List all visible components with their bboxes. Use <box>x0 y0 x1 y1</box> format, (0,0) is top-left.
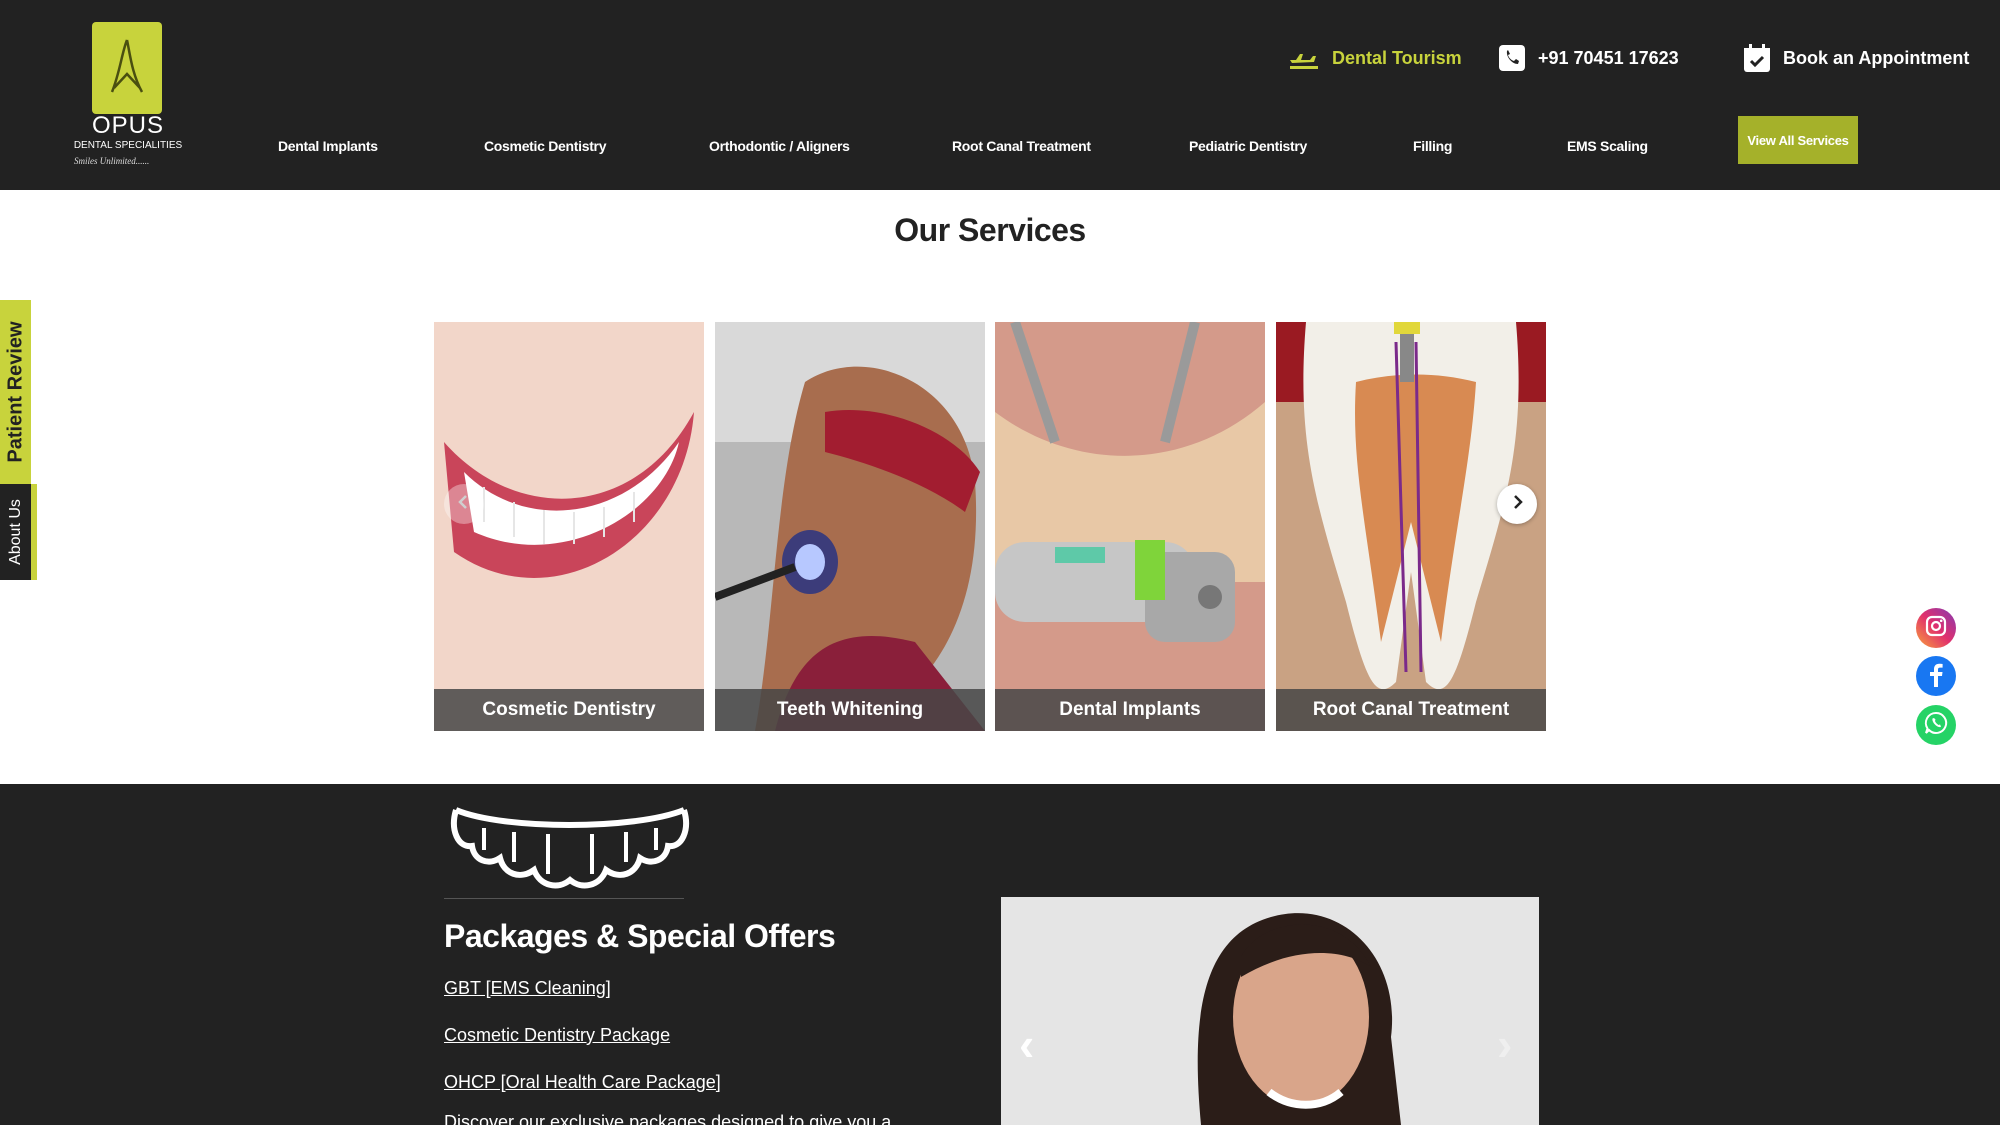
instagram-icon <box>1924 614 1948 643</box>
teeth-icon <box>444 800 696 896</box>
nav-filling[interactable]: Filling <box>1413 138 1452 164</box>
nav-pediatric-dentistry[interactable]: Pediatric Dentistry <box>1189 138 1307 164</box>
view-all-services-button[interactable]: View All Services <box>1738 116 1858 164</box>
packages-description: Discover our exclusive packages designed… <box>444 1112 892 1125</box>
logo-tagline: Smiles Unlimited...... <box>74 156 150 166</box>
dental-tourism-label: Dental Tourism <box>1332 47 1462 68</box>
about-us-tab[interactable]: About Us <box>0 484 37 580</box>
nav-cosmetic-dentistry[interactable]: Cosmetic Dentistry <box>484 138 607 164</box>
nav-orthodontic-aligners[interactable]: Orthodontic / Aligners <box>709 138 850 164</box>
section-divider <box>444 898 684 899</box>
chevron-left-icon: ‹ <box>1019 1018 1035 1070</box>
carousel-prev-button[interactable] <box>444 484 484 524</box>
service-card-label: Dental Implants <box>995 689 1265 731</box>
nav-ems-scaling[interactable]: EMS Scaling <box>1567 138 1648 164</box>
instagram-button[interactable] <box>1916 608 1956 648</box>
phone-link[interactable]: +91 70451 17623 <box>1498 38 1679 78</box>
site-header: OPUS DENTAL SPECIALITIES Smiles Unlimite… <box>0 0 2000 190</box>
dental-implants-image <box>995 322 1265 731</box>
book-appointment-label: Book an Appointment <box>1783 47 1970 68</box>
patient-photo-carousel: ‹ › <box>1001 897 1539 1125</box>
nav-root-canal-treatment[interactable]: Root Canal Treatment <box>952 138 1091 164</box>
dental-tourism-link[interactable]: Dental Tourism <box>1288 38 1462 78</box>
patient-portrait-image <box>1001 897 1539 1125</box>
root-canal-image <box>1276 322 1546 731</box>
package-link-gbt[interactable]: GBT [EMS Cleaning] <box>444 978 611 999</box>
packages-section <box>0 784 2000 1125</box>
calendar-check-icon <box>1743 43 1771 73</box>
smile-image <box>434 322 704 731</box>
chevron-right-icon: › <box>1497 1018 1513 1070</box>
whatsapp-icon <box>1923 710 1949 741</box>
promo-prev-button[interactable]: ‹ <box>1019 1017 1034 1071</box>
phone-icon <box>1498 44 1526 72</box>
chevron-left-icon <box>456 494 472 515</box>
facebook-icon <box>1925 661 1947 692</box>
logo-subtitle: DENTAL SPECIALITIES <box>73 140 183 151</box>
package-link-cosmetic[interactable]: Cosmetic Dentistry Package <box>444 1025 670 1046</box>
service-card-dental-implants[interactable]: Dental Implants <box>995 322 1265 731</box>
service-card-root-canal-treatment[interactable]: Root Canal Treatment <box>1276 322 1546 731</box>
service-card-teeth-whitening[interactable]: Teeth Whitening <box>715 322 985 731</box>
package-link-ohcp[interactable]: OHCP [Oral Health Care Package] <box>444 1072 721 1093</box>
patient-review-label: Patient Review <box>4 321 26 463</box>
airplane-icon <box>1288 46 1320 70</box>
teeth-whitening-image <box>715 322 985 731</box>
logo-emblem <box>92 22 162 114</box>
nav-dental-implants[interactable]: Dental Implants <box>278 138 378 164</box>
service-card-label: Root Canal Treatment <box>1276 689 1546 731</box>
service-card-cosmetic-dentistry[interactable]: Cosmetic Dentistry <box>434 322 704 731</box>
promo-next-button[interactable]: › <box>1497 1017 1512 1071</box>
service-card-label: Cosmetic Dentistry <box>434 689 704 731</box>
carousel-next-button[interactable] <box>1497 484 1537 524</box>
book-appointment-link[interactable]: Book an Appointment <box>1743 38 1969 78</box>
opus-logo[interactable]: OPUS DENTAL SPECIALITIES Smiles Unlimite… <box>70 20 190 170</box>
phone-number: +91 70451 17623 <box>1538 47 1679 68</box>
chevron-right-icon <box>1509 494 1525 515</box>
packages-title: Packages & Special Offers <box>444 918 836 954</box>
service-card-label: Teeth Whitening <box>715 689 985 731</box>
logo-name: OPUS <box>91 112 164 139</box>
about-us-label: About Us <box>6 499 24 565</box>
services-title: Our Services <box>894 212 1086 248</box>
facebook-button[interactable] <box>1916 656 1956 696</box>
patient-review-tab[interactable]: Patient Review <box>0 300 31 484</box>
whatsapp-button[interactable] <box>1916 705 1956 745</box>
